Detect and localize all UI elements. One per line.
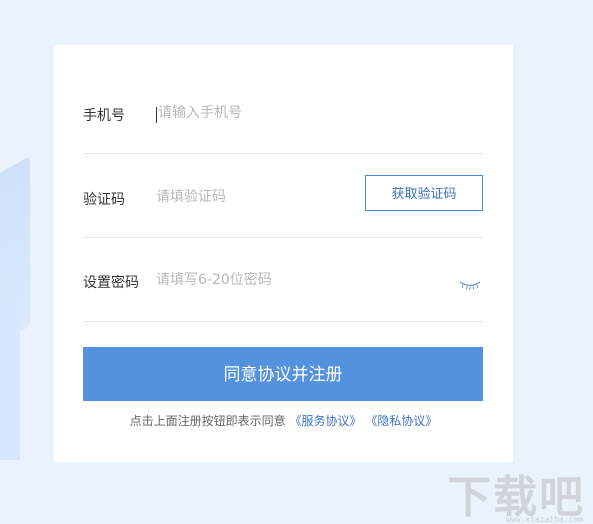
code-row: 验证码 获取验证码 xyxy=(83,153,483,238)
agree-and-register-button[interactable]: 同意协议并注册 xyxy=(83,347,483,401)
service-agreement-link[interactable]: 《服务协议》 xyxy=(289,414,361,428)
privacy-agreement-link[interactable]: 《隐私协议》 xyxy=(365,414,437,428)
background-decoration-lower xyxy=(0,300,20,460)
code-input[interactable] xyxy=(156,189,336,205)
password-row: 设置密码 xyxy=(83,237,483,322)
password-label: 设置密码 xyxy=(83,275,139,291)
agreement-prefix: 点击上面注册按钮即表示同意 xyxy=(129,414,286,428)
eye-closed-icon[interactable] xyxy=(459,277,481,290)
phone-row: 手机号 xyxy=(83,69,483,154)
watermark-logo: 下载吧 xyxy=(447,472,585,523)
text-cursor xyxy=(156,107,157,123)
phone-label: 手机号 xyxy=(83,108,125,124)
agreement-text: 点击上面注册按钮即表示同意 《服务协议》 《隐私协议》 xyxy=(54,412,513,429)
register-card: 手机号 验证码 获取验证码 设置密码 同意协议并注册 点击上面注册按钮即表示同意… xyxy=(54,45,513,462)
password-input[interactable] xyxy=(156,272,416,288)
get-code-button[interactable]: 获取验证码 xyxy=(365,175,483,211)
phone-input[interactable] xyxy=(158,105,358,121)
watermark-url: www.xiazaiba.com xyxy=(505,515,583,524)
code-label: 验证码 xyxy=(83,192,125,208)
